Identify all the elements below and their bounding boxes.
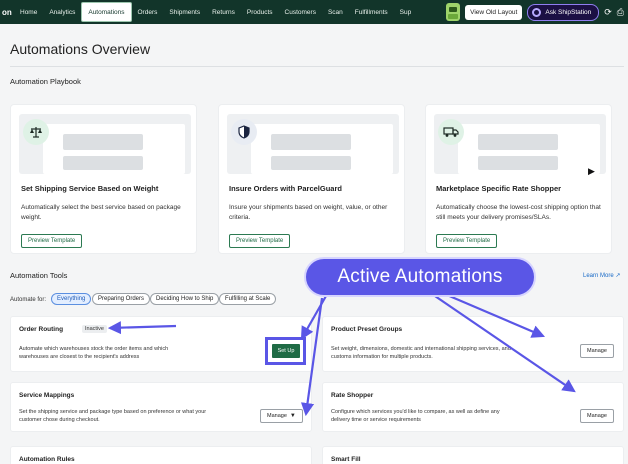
tool-card-service-mappings: Service Mappings Set the shipping servic… — [10, 382, 312, 432]
top-nav: on Home Analytics Automations Orders Shi… — [0, 0, 628, 24]
automate-for-label: Automate for: — [10, 297, 47, 303]
tool-card-automation-rules: Automation Rules — [10, 446, 312, 464]
ask-shipstation-button[interactable]: Ask ShipStation — [527, 3, 600, 21]
card-description: Automate which warehouses stock the orde… — [19, 346, 169, 360]
card-title: Automation Rules — [19, 456, 75, 463]
card-illustration — [19, 114, 191, 174]
divider — [10, 66, 624, 67]
scale-icon — [23, 119, 49, 145]
tools-section-title: Automation Tools — [10, 271, 68, 280]
status-badge: Inactive — [82, 325, 107, 333]
card-description: Set the shipping service and package typ… — [19, 409, 207, 423]
nav-shipments[interactable]: Shipments — [163, 2, 206, 22]
tool-card-rate-shopper: Rate Shopper Configure which services yo… — [322, 382, 624, 432]
playbook-section-title: Automation Playbook — [10, 77, 81, 86]
ask-shipstation-label: Ask ShipStation — [545, 8, 592, 16]
card-title: Service Mappings — [19, 392, 75, 399]
card-title: Product Preset Groups — [331, 326, 403, 333]
brand-logo[interactable]: on — [0, 8, 14, 17]
nav-analytics[interactable]: Analytics — [43, 2, 81, 22]
nav-home[interactable]: Home — [14, 2, 43, 22]
manage-button[interactable]: Manage — [580, 409, 614, 423]
tool-card-product-preset-groups: Product Preset Groups Set weight, dimens… — [322, 316, 624, 372]
card-description: Insure your shipments based on weight, v… — [229, 204, 388, 221]
nav-automations[interactable]: Automations — [81, 2, 132, 22]
card-description: Configure which services you'd like to c… — [331, 409, 500, 423]
nav-returns[interactable]: Returns — [206, 2, 241, 22]
view-old-layout-button[interactable]: View Old Layout — [465, 4, 523, 20]
set-up-button[interactable]: Set Up — [272, 344, 300, 358]
nav-orders[interactable]: Orders — [132, 2, 164, 22]
truck-icon — [438, 119, 464, 145]
card-description: Set weight, dimensions, domestic and int… — [331, 346, 511, 360]
card-illustration — [227, 114, 399, 174]
preview-template-button[interactable]: Preview Template — [21, 234, 83, 248]
playbook-card-rate-shopper: Marketplace Specific Rate Shopper Automa… — [425, 104, 612, 254]
ai-sparkle-icon — [532, 7, 542, 17]
preview-template-button[interactable]: Preview Template — [436, 234, 498, 248]
card-description: Automatically choose the lowest-cost shi… — [436, 204, 601, 221]
caret-down-icon: ▼ — [289, 413, 296, 419]
card-description: Automatically select the best service ba… — [21, 204, 181, 221]
playbook-card-weight: Set Shipping Service Based on Weight Aut… — [10, 104, 197, 254]
card-title: Order Routing — [19, 326, 64, 333]
setup-highlight: Set Up — [265, 337, 306, 365]
learn-more-label: Learn More — [583, 273, 614, 279]
nav-customers[interactable]: Customers — [279, 2, 322, 22]
external-link-icon: ↗ — [615, 273, 621, 279]
nav-fulfillments[interactable]: Fulfillments — [349, 2, 394, 22]
playbook-card-parcelguard: Insure Orders with ParcelGuard Insure yo… — [218, 104, 405, 254]
filter-chip-fulfilling-at-scale[interactable]: Fulfilling at Scale — [219, 293, 277, 305]
manage-dropdown-button[interactable]: Manage ▼ — [260, 409, 303, 423]
tool-card-smart-fill: Smart Fill — [322, 446, 624, 464]
manage-button[interactable]: Manage — [580, 344, 614, 358]
active-automations-callout: Active Automations — [304, 257, 536, 297]
card-title: Smart Fill — [331, 456, 361, 463]
card-illustration — [434, 114, 606, 174]
nav-support[interactable]: Sup — [394, 2, 418, 22]
nav-products[interactable]: Products — [241, 2, 279, 22]
filter-chip-preparing-orders[interactable]: Preparing Orders — [92, 293, 151, 305]
card-title: Insure Orders with ParcelGuard — [229, 184, 342, 193]
mouse-cursor-icon: ▶ — [588, 166, 595, 176]
robot-mascot-icon[interactable] — [446, 3, 461, 21]
card-title: Set Shipping Service Based on Weight — [21, 184, 159, 193]
learn-more-link[interactable]: Learn More ↗ — [583, 272, 620, 279]
nav-scan[interactable]: Scan — [322, 2, 349, 22]
printer-icon[interactable]: ⎙ — [617, 7, 624, 17]
filter-chip-everything[interactable]: Everything — [51, 293, 92, 305]
refresh-notification-icon[interactable]: ⟳ — [604, 7, 612, 17]
filter-chip-deciding-how-to-ship[interactable]: Deciding How to Ship — [150, 293, 220, 305]
card-title: Rate Shopper — [331, 392, 374, 399]
manage-label: Manage — [267, 413, 287, 419]
shield-icon — [231, 119, 257, 145]
preview-template-button[interactable]: Preview Template — [229, 234, 291, 248]
card-title: Marketplace Specific Rate Shopper — [436, 184, 562, 193]
page-title: Automations Overview — [10, 41, 151, 57]
